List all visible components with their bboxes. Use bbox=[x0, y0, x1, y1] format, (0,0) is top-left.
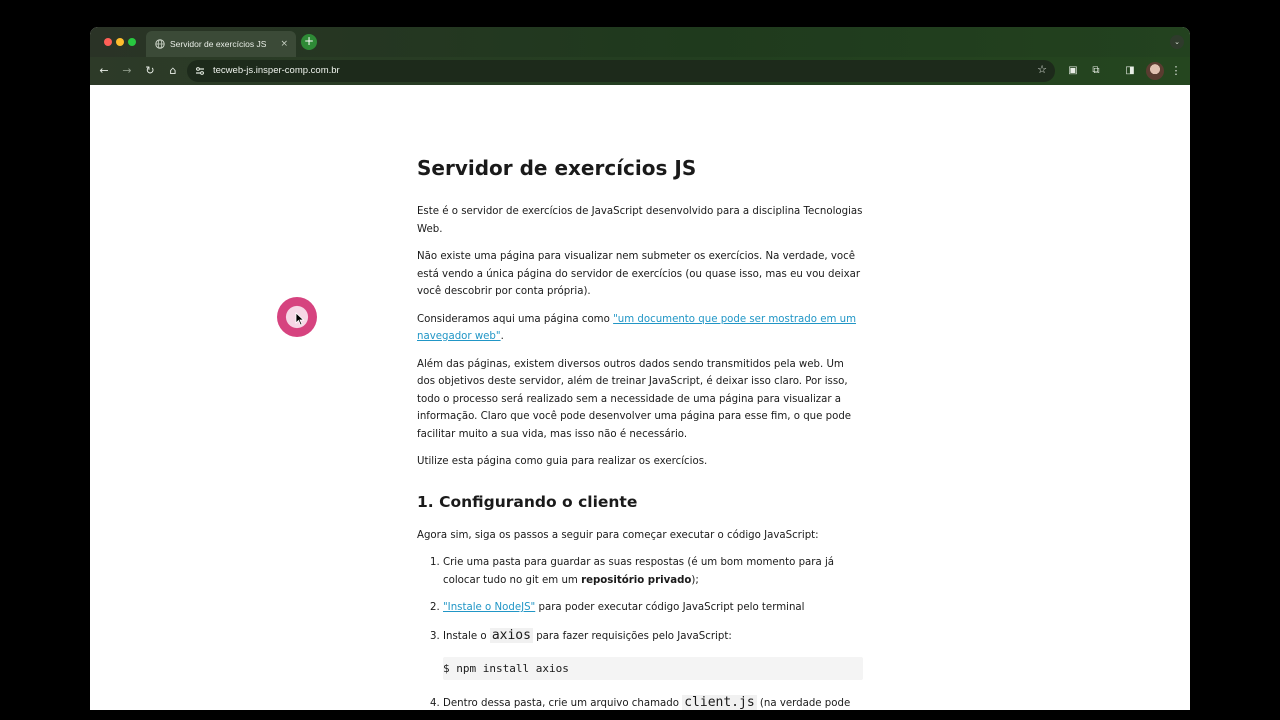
profile-avatar[interactable] bbox=[1146, 62, 1164, 80]
globe-icon bbox=[155, 39, 165, 49]
reload-button[interactable]: ↻ bbox=[141, 62, 159, 80]
step3-text: Instale o bbox=[443, 630, 490, 642]
extension-icon[interactable]: ▣ bbox=[1064, 62, 1082, 80]
section-title-client: 1. Configurando o cliente bbox=[417, 492, 638, 511]
tab-search-button[interactable]: ⌄ bbox=[1170, 35, 1184, 49]
intro-paragraph: Este é o servidor de exercícios de JavaS… bbox=[417, 206, 863, 235]
new-tab-button[interactable]: + bbox=[301, 34, 317, 50]
definition-paragraph: Consideramos aqui uma página como "um do… bbox=[417, 311, 863, 346]
bookmark-star-icon[interactable]: ☆ bbox=[1037, 63, 1047, 76]
close-window-button[interactable] bbox=[104, 38, 112, 46]
step-create-folder: Crie uma pasta para guardar as suas resp… bbox=[443, 554, 863, 589]
axios-code: axios bbox=[489, 627, 533, 643]
step3-end: para fazer requisições pelo JavaScript: bbox=[532, 630, 732, 642]
back-button[interactable]: ← bbox=[95, 62, 113, 80]
article: Servidor de exercícios JS Este é o servi… bbox=[417, 155, 863, 710]
site-info-icon[interactable] bbox=[194, 65, 206, 77]
definition-text: Consideramos aqui uma página como bbox=[417, 313, 614, 325]
setup-steps: Crie uma pasta para guardar as suas resp… bbox=[417, 554, 863, 710]
browser-tab[interactable]: Servidor de exercícios JS × bbox=[146, 31, 296, 57]
mouse-pointer-icon bbox=[295, 312, 305, 326]
close-tab-icon[interactable]: × bbox=[280, 39, 288, 49]
tab-title: Servidor de exercícios JS bbox=[170, 39, 267, 49]
tab-bar: Servidor de exercícios JS × + ⌄ bbox=[90, 27, 1190, 57]
step1-end: ); bbox=[691, 574, 699, 586]
forward-button[interactable]: → bbox=[118, 62, 136, 80]
address-bar[interactable]: tecweb-js.insper-comp.com.br ☆ bbox=[187, 60, 1055, 82]
client-js-code: client.js bbox=[682, 695, 757, 710]
section-intro: Agora sim, siga os passos a seguir para … bbox=[417, 529, 819, 541]
browser-toolbar: ← → ↻ ⌂ tecweb-js.insper-comp.com.br ☆ ▣… bbox=[90, 57, 1190, 85]
extensions-puzzle-icon[interactable]: ⧉ bbox=[1087, 62, 1105, 80]
definition-end: . bbox=[500, 331, 504, 342]
step-install-node: "Instale o NodeJS" para poder executar c… bbox=[443, 599, 863, 617]
step1-bold: repositório privado bbox=[581, 574, 692, 586]
npm-install-codeblock: $ npm install axios bbox=[443, 657, 863, 680]
no-page-paragraph: Não existe uma página para visualizar ne… bbox=[417, 251, 861, 297]
browser-window: Servidor de exercícios JS × + ⌄ ← → ↻ ⌂ … bbox=[90, 27, 1190, 710]
step-install-axios: Instale o axios para fazer requisições p… bbox=[443, 627, 863, 680]
side-panel-icon[interactable]: ◨ bbox=[1121, 62, 1139, 80]
step-create-client: Dentro dessa pasta, crie um arquivo cham… bbox=[443, 694, 863, 710]
page-title: Servidor de exercícios JS bbox=[417, 156, 697, 180]
url-text: tecweb-js.insper-comp.com.br bbox=[213, 65, 340, 76]
page-viewport: Servidor de exercícios JS Este é o servi… bbox=[90, 85, 1190, 710]
home-button[interactable]: ⌂ bbox=[164, 62, 182, 80]
install-node-link[interactable]: "Instale o NodeJS" bbox=[443, 602, 535, 613]
guide-paragraph: Utilize esta página como guia para reali… bbox=[417, 456, 708, 467]
browser-menu-icon[interactable]: ⋮ bbox=[1167, 62, 1185, 80]
data-paragraph: Além das páginas, existem diversos outro… bbox=[417, 358, 852, 440]
maximize-window-button[interactable] bbox=[128, 38, 136, 46]
step2-text: para poder executar código JavaScript pe… bbox=[535, 602, 805, 613]
step4-text: Dentro dessa pasta, crie um arquivo cham… bbox=[443, 698, 683, 709]
minimize-window-button[interactable] bbox=[116, 38, 124, 46]
